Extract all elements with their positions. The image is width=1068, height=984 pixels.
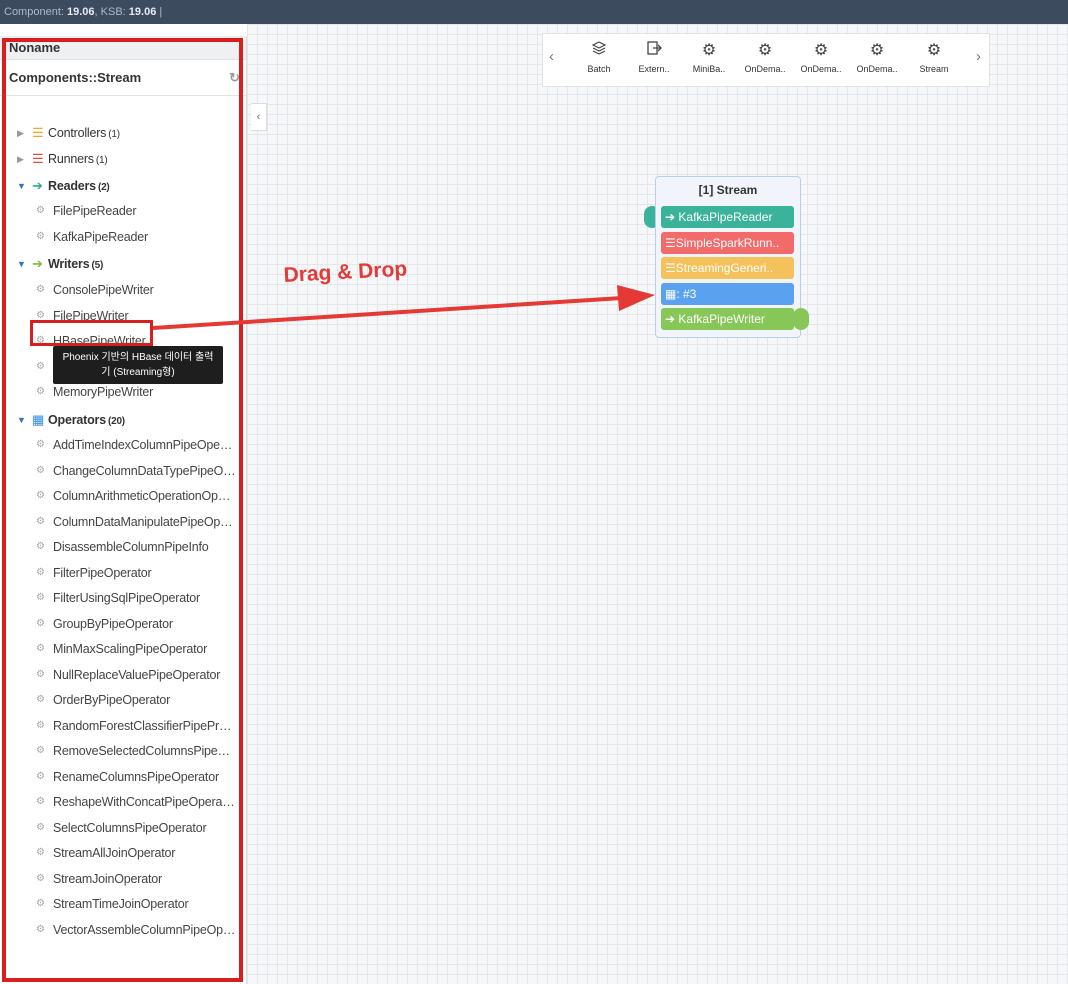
- drag-arrow: [152, 285, 655, 330]
